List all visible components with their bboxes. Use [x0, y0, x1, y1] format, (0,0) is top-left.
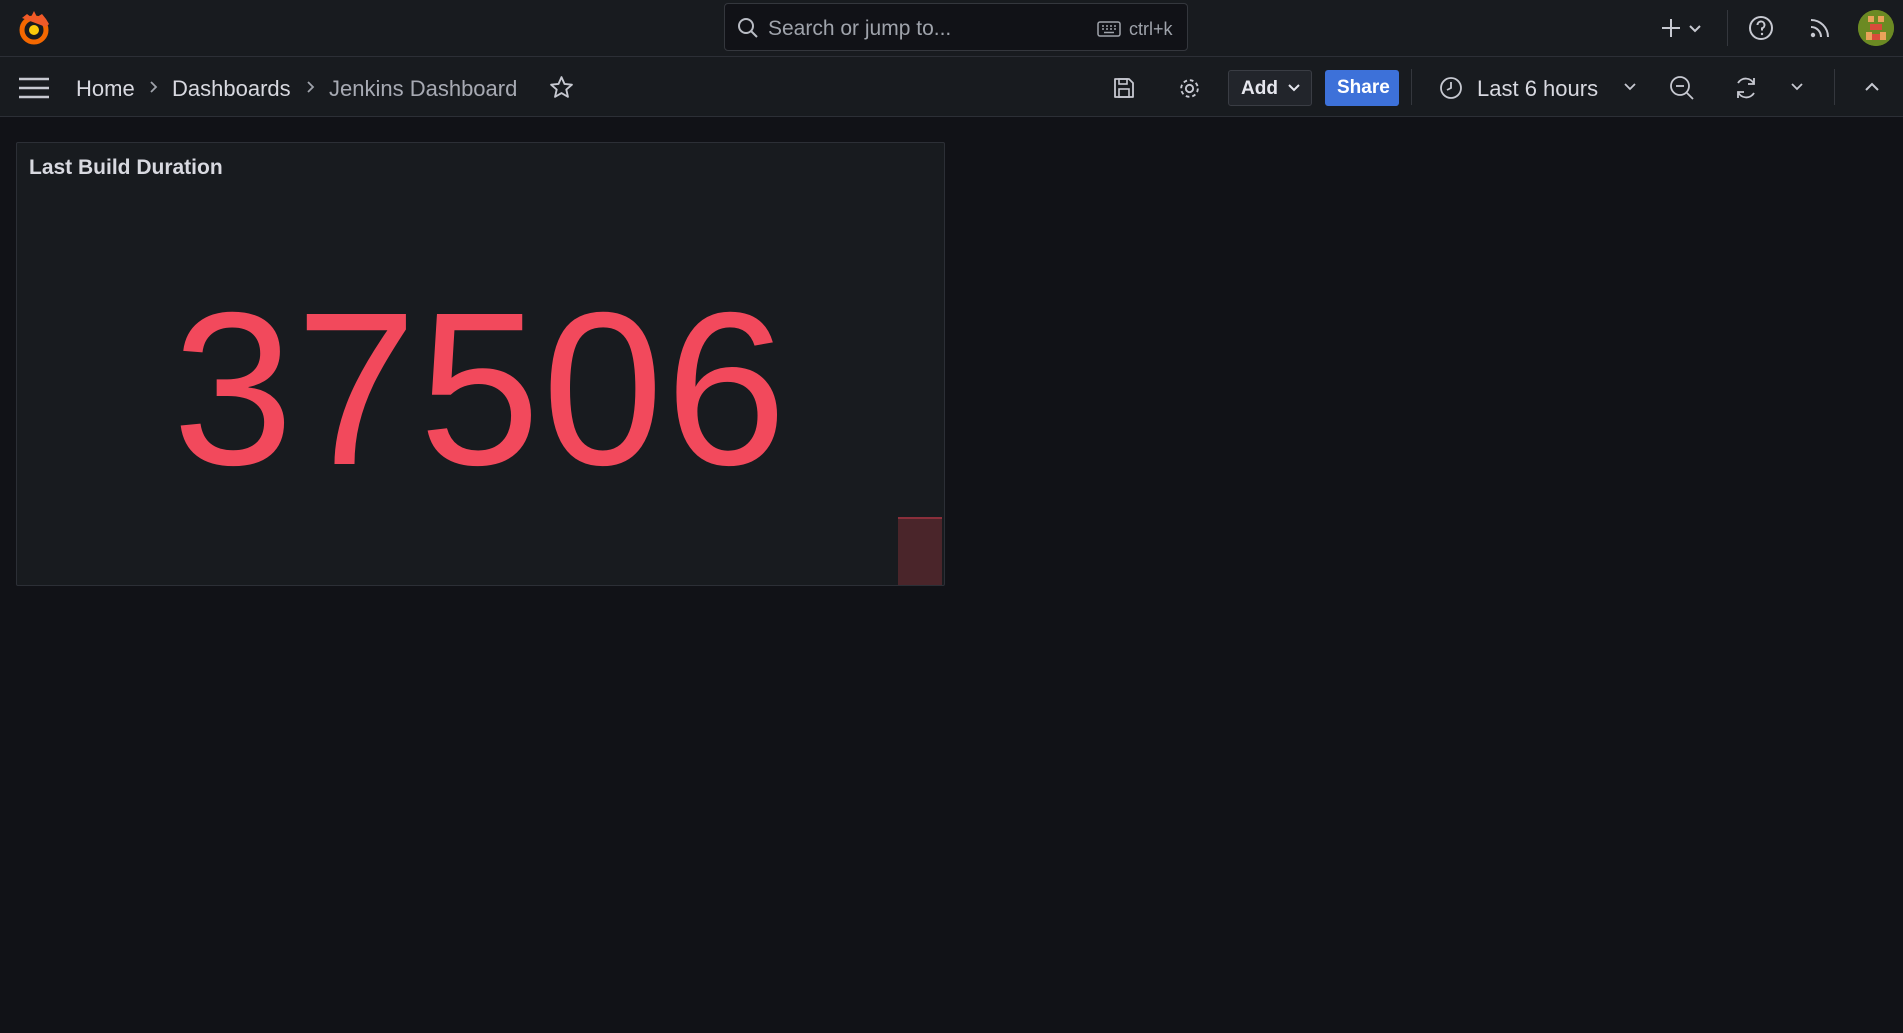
- menu-icon[interactable]: [18, 77, 50, 99]
- search-input[interactable]: Search or jump to...: [768, 17, 951, 41]
- dashboard-toolbar: Home Dashboards Jenkins Dashboard Add Sh…: [0, 57, 1903, 117]
- stat-panel[interactable]: Last Build Duration 37506: [16, 142, 945, 586]
- plus-icon: [1662, 19, 1680, 37]
- sparkline: [898, 517, 942, 585]
- help-icon[interactable]: [1748, 15, 1774, 41]
- share-button[interactable]: Share: [1325, 70, 1399, 106]
- time-range-picker[interactable]: Last 6 hours: [1477, 76, 1598, 102]
- chevron-down-icon[interactable]: [1623, 82, 1637, 92]
- new-menu-button[interactable]: [1658, 16, 1704, 40]
- chevron-right-icon: [150, 81, 158, 93]
- panel-title[interactable]: Last Build Duration: [29, 156, 223, 180]
- chevron-up-icon[interactable]: [1864, 81, 1880, 93]
- search-shortcut: ctrl+k: [1129, 19, 1173, 39]
- avatar[interactable]: [1858, 10, 1894, 46]
- star-icon[interactable]: [549, 75, 574, 100]
- save-icon[interactable]: [1112, 76, 1136, 100]
- toolbar-divider: [1834, 69, 1835, 105]
- grafana-logo[interactable]: [14, 9, 54, 49]
- refresh-interval-chevron-icon[interactable]: [1790, 82, 1804, 92]
- keyboard-icon: [1097, 21, 1121, 37]
- topbar-divider: [1727, 10, 1728, 46]
- zoom-out-icon[interactable]: [1669, 75, 1695, 101]
- refresh-icon[interactable]: [1733, 75, 1759, 101]
- search-icon: [738, 18, 758, 38]
- add-button[interactable]: Add: [1228, 70, 1312, 106]
- chevron-right-icon: [307, 81, 315, 93]
- add-button-label: Add: [1241, 78, 1278, 99]
- share-button-label: Share: [1337, 77, 1390, 98]
- rss-icon[interactable]: [1808, 16, 1832, 40]
- toolbar-divider: [1411, 69, 1412, 105]
- chevron-down-icon: [1288, 84, 1300, 92]
- search-bar[interactable]: Search or jump to... ctrl+k: [724, 3, 1188, 51]
- breadcrumb-dashboards[interactable]: Dashboards: [172, 76, 291, 102]
- breadcrumb-home[interactable]: Home: [76, 76, 135, 102]
- chevron-down-icon: [1689, 25, 1701, 33]
- gear-icon[interactable]: [1177, 76, 1202, 101]
- top-bar: Search or jump to... ctrl+k: [0, 0, 1903, 57]
- breadcrumb-current: Jenkins Dashboard: [329, 76, 518, 101]
- stat-value: 37506: [172, 268, 789, 511]
- clock-icon[interactable]: [1439, 76, 1463, 100]
